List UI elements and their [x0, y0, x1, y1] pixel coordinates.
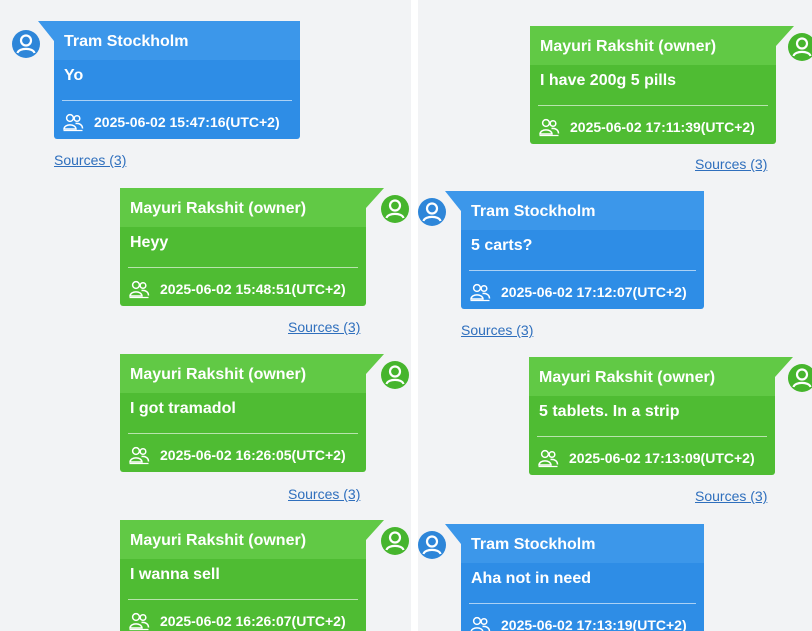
participants-icon [469, 615, 491, 631]
message-timestamp: 2025-06-02 16:26:05(UTC+2) [160, 447, 346, 463]
message-timestamp: 2025-06-02 15:47:16(UTC+2) [94, 114, 280, 130]
message-sender: Tram Stockholm [54, 21, 300, 60]
message-text: I have 200g 5 pills [540, 72, 677, 89]
message-bubble: Tram Stockholm 5 carts? 2025-06-02 17:12… [445, 191, 704, 309]
message-bubble: Mayuri Rakshit (owner) Heyy 2025-06-02 1… [120, 188, 384, 306]
message-sender: Mayuri Rakshit (owner) [120, 520, 366, 559]
message-timestamp: 2025-06-02 17:12:07(UTC+2) [501, 284, 687, 300]
message-timestamp: 2025-06-02 16:26:07(UTC+2) [160, 613, 346, 629]
message-text: Aha not in need [471, 570, 591, 587]
message-sender: Mayuri Rakshit (owner) [530, 26, 776, 65]
chat-column-left: Tram Stockholm Yo 2025-06-02 15:47:16(UT… [0, 0, 411, 631]
chat-column-right: Mayuri Rakshit (owner) I have 200g 5 pil… [418, 0, 812, 631]
participants-icon [537, 448, 559, 468]
user-avatar-icon[interactable] [381, 361, 409, 389]
message-sender: Mayuri Rakshit (owner) [120, 354, 366, 393]
message-divider [537, 436, 767, 437]
participants-icon [128, 445, 150, 465]
message-divider [128, 433, 358, 434]
message-sender: Mayuri Rakshit (owner) [529, 357, 775, 396]
user-avatar-icon[interactable] [418, 531, 446, 559]
message-bubble: Mayuri Rakshit (owner) 5 tablets. In a s… [529, 357, 793, 475]
message-divider [469, 603, 696, 604]
message-bubble: Mayuri Rakshit (owner) I wanna sell 2025… [120, 520, 384, 631]
user-avatar-icon[interactable] [788, 33, 812, 61]
message-divider [469, 270, 696, 271]
user-avatar-icon[interactable] [788, 364, 812, 392]
message-text: I got tramadol [130, 400, 236, 417]
message-bubble: Mayuri Rakshit (owner) I got tramadol 20… [120, 354, 384, 472]
participants-icon [469, 282, 491, 302]
message-text: 5 carts? [471, 237, 533, 254]
message-divider [538, 105, 768, 106]
sources-link[interactable]: Sources (3) [288, 486, 360, 502]
message-sender: Mayuri Rakshit (owner) [120, 188, 366, 227]
user-avatar-icon[interactable] [418, 198, 446, 226]
sources-link[interactable]: Sources (3) [695, 156, 767, 172]
message-timestamp: 2025-06-02 17:11:39(UTC+2) [570, 119, 755, 135]
message-divider [128, 599, 358, 600]
message-timestamp: 2025-06-02 17:13:19(UTC+2) [501, 617, 687, 631]
message-timestamp: 2025-06-02 17:13:09(UTC+2) [569, 450, 755, 466]
message-divider [62, 100, 292, 101]
message-divider [128, 267, 358, 268]
sources-link[interactable]: Sources (3) [288, 319, 360, 335]
message-sender: Tram Stockholm [461, 191, 704, 230]
message-text: 5 tablets. In a strip [539, 403, 680, 420]
sources-link[interactable]: Sources (3) [54, 152, 126, 168]
user-avatar-icon[interactable] [381, 195, 409, 223]
message-text: Yo [64, 67, 84, 84]
message-sender: Tram Stockholm [461, 524, 704, 563]
message-bubble: Tram Stockholm Yo 2025-06-02 15:47:16(UT… [38, 21, 300, 139]
user-avatar-icon[interactable] [12, 30, 40, 58]
participants-icon [128, 611, 150, 631]
message-timestamp: 2025-06-02 15:48:51(UTC+2) [160, 281, 346, 297]
message-bubble: Tram Stockholm Aha not in need 2025-06-0… [445, 524, 704, 631]
participants-icon [128, 279, 150, 299]
sources-link[interactable]: Sources (3) [461, 322, 533, 338]
participants-icon [538, 117, 560, 137]
user-avatar-icon[interactable] [381, 527, 409, 555]
message-text: Heyy [130, 234, 169, 251]
participants-icon [62, 112, 84, 132]
message-bubble: Mayuri Rakshit (owner) I have 200g 5 pil… [530, 26, 794, 144]
message-text: I wanna sell [130, 566, 220, 583]
sources-link[interactable]: Sources (3) [695, 488, 767, 504]
